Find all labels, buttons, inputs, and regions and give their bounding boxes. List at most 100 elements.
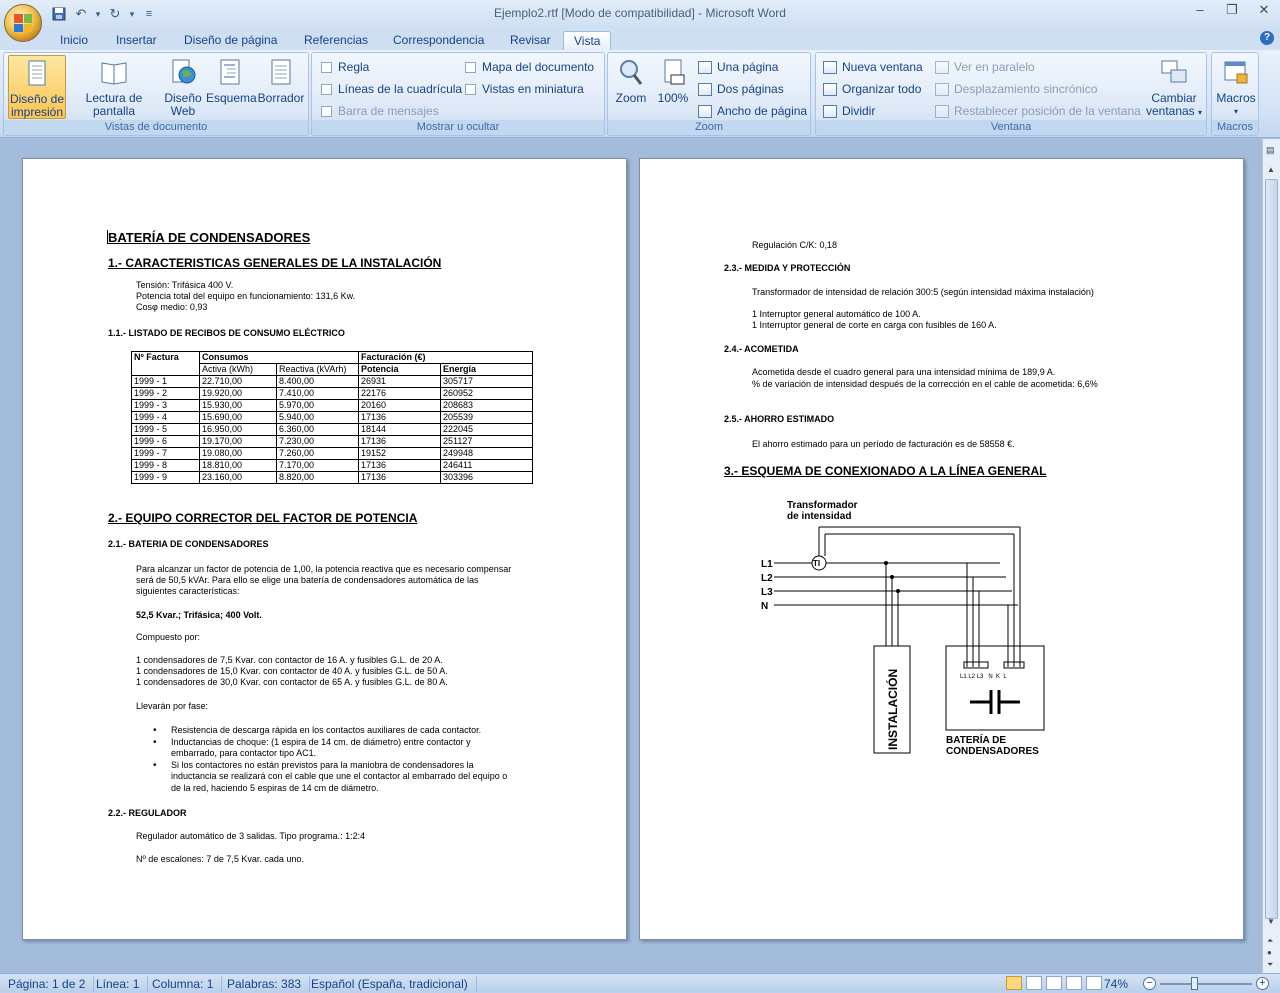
status-column[interactable]: Columna: 1 [144,976,223,992]
side-by-side-button: Ver en paralelo [935,58,1035,76]
battery-label-1: BATERÍA DE [946,733,1006,746]
group-label-ventana: Ventana [816,120,1206,135]
sync-scroll-label: Desplazamiento sincrónico [954,82,1098,96]
status-line[interactable]: Línea: 1 [88,976,149,992]
table-cell: 305717 [440,375,533,388]
zoom-100-button[interactable]: 100% [652,55,694,119]
gridlines-checkbox-box[interactable] [321,83,332,95]
scroll-up-icon[interactable]: ▲ [1267,165,1275,174]
maximize-icon[interactable]: ❐ [1222,2,1242,18]
zoom-slider[interactable] [1160,983,1252,985]
browse-object-icon[interactable]: ● [1267,948,1272,957]
group-vistas-documento: Diseño de impresión Lectura de pantalla … [3,52,309,136]
tab-inicio[interactable]: Inicio [60,31,88,50]
scrollbar-thumb[interactable] [1265,179,1278,919]
scroll-down-icon[interactable]: ▼ [1267,917,1275,926]
section-2-3-heading: 2.3.- MEDIDA Y PROTECCIÓN [724,263,851,273]
junction-l3 [896,589,900,593]
zoom-slider-thumb[interactable] [1191,977,1198,990]
reading-view-icon[interactable] [1026,976,1042,990]
diagram-l1-label: L1 [761,559,773,570]
zoom-out-icon[interactable]: − [1143,977,1156,990]
page-width-button[interactable]: Ancho de página [698,102,807,120]
table-cell: 1999 - 9 [131,471,200,484]
ruler-toggle-icon[interactable]: ▤ [1266,145,1275,156]
web-view-icon[interactable] [1046,976,1062,990]
new-window-button[interactable]: Nueva ventana [823,58,923,76]
junction-l2 [890,575,894,579]
tab-correspondencia[interactable]: Correspondencia [393,31,484,50]
print-layout-button[interactable]: Diseño de impresión [8,55,66,119]
group-label-vistas: Vistas de documento [4,120,308,135]
tab-vista[interactable]: Vista [563,31,612,50]
regulacion-line: Regulación C/K: 0,18 [752,240,838,250]
ruler-checkbox[interactable]: Regla [321,58,369,76]
ruler-checkbox-box[interactable] [321,61,332,73]
thumbnails-checkbox[interactable]: Vistas en miniatura [465,80,584,98]
section-1-1-heading: 1.1.- LISTADO DE RECIBOS DE CONSUMO ELÉC… [108,328,345,338]
draft-button[interactable]: Borrador [256,55,306,119]
section-2-heading: 2.- EQUIPO CORRECTOR DEL FACTOR DE POTEN… [108,511,418,525]
outline-button[interactable]: Esquema [206,55,257,119]
help-icon[interactable]: ? [1260,31,1274,45]
regulador-line-1: Regulador automático de 3 salidas. Tipo … [136,831,366,841]
macros-arrow-icon: ▾ [1233,107,1238,116]
gridlines-checkbox[interactable]: Líneas de la cuadrícula [321,80,462,98]
document-page-2[interactable]: Regulación C/K: 0,18 2.3.- MEDIDA Y PROT… [639,158,1244,940]
group-label-zoom: Zoom [608,120,810,135]
table-row: 1999 - 6 19.170,00 7.230,00 17136 251127 [131,435,533,448]
switch-windows-text: ventanas [1145,104,1195,118]
table-cell: 303396 [440,471,533,484]
s1-line-1: Tensión: Trifásica 400 V. [136,280,234,290]
page-width-label: Ancho de página [717,104,808,118]
tab-revisar[interactable]: Revisar [510,31,551,50]
status-language[interactable]: Español (España, tradicional) [303,976,477,992]
document-map-checkbox[interactable]: Mapa del documento [465,58,594,76]
status-bar: Página: 1 de 2 Línea: 1 Columna: 1 Palab… [0,973,1280,993]
arrange-all-button[interactable]: Organizar todo [823,80,921,98]
document-page-1[interactable]: BATERÍA DE CONDENSADORES 1.- CARACTERIST… [22,158,627,940]
cond-line-1: 1 condensadores de 7,5 Kvar. con contact… [136,655,443,665]
tab-insertar[interactable]: Insertar [116,31,157,50]
macros-button[interactable]: Macros ▾ [1214,55,1258,119]
tab-referencias[interactable]: Referencias [304,31,368,50]
outline-view-icon[interactable] [1066,976,1082,990]
next-page-icon[interactable]: ⏷ [1267,960,1273,970]
vertical-scrollbar[interactable]: ▤ ▲ ▼ ⏶ ● ⏷ [1262,139,1280,973]
section-2-5-heading: 2.5.- AHORRO ESTIMADO [724,414,835,424]
zoom-button[interactable]: Zoom [612,55,650,119]
one-page-button[interactable]: Una página [698,58,778,76]
table-cell: 19.080,00 [199,447,277,460]
previous-page-icon[interactable]: ⏶ [1267,936,1273,946]
book-icon [101,62,127,85]
status-page[interactable]: Página: 1 de 2 [0,976,95,992]
minimize-icon[interactable]: – [1190,2,1210,18]
two-pages-icon [698,82,712,96]
zoom-level[interactable]: 74% [1104,976,1128,992]
thumbnails-checkbox-box[interactable] [465,83,476,95]
ribbon: Diseño de impresión Lectura de pantalla … [0,50,1280,138]
table-cell: 8.400,00 [276,375,359,388]
split-button[interactable]: Dividir [823,102,875,120]
th-facturacion: Facturación (€) [358,351,533,364]
print-layout-view-icon[interactable] [1006,976,1022,990]
table-row: 1999 - 3 15.930,00 5.970,00 20160 208683 [131,399,533,412]
office-button[interactable] [4,4,42,42]
tab-diseno-pagina[interactable]: Diseño de página [184,31,277,50]
zoom-in-icon[interactable]: + [1256,977,1269,990]
full-screen-reading-button[interactable]: Lectura de pantalla completa [68,55,160,131]
table-row: 1999 - 2 19.920,00 7.410,00 22176 260952 [131,387,533,400]
split-icon [823,104,837,118]
web-layout-button[interactable]: Diseño Web [162,55,204,119]
close-icon[interactable]: ✕ [1254,2,1274,18]
table-cell: 18.810,00 [199,459,277,472]
draft-view-icon[interactable] [1086,976,1102,990]
document-map-checkbox-box[interactable] [465,61,476,73]
status-words[interactable]: Palabras: 383 [219,976,311,992]
two-pages-button[interactable]: Dos páginas [698,80,784,98]
table-cell: 208683 [440,399,533,412]
switch-windows-button[interactable]: Cambiar ventanas ▾ [1144,55,1204,119]
diagram-n-label: N [761,601,768,612]
table-body: 1999 - 1 22.710,00 8.400,00 26931 305717 1999… [131,375,533,484]
table-cell: 19152 [358,447,441,460]
